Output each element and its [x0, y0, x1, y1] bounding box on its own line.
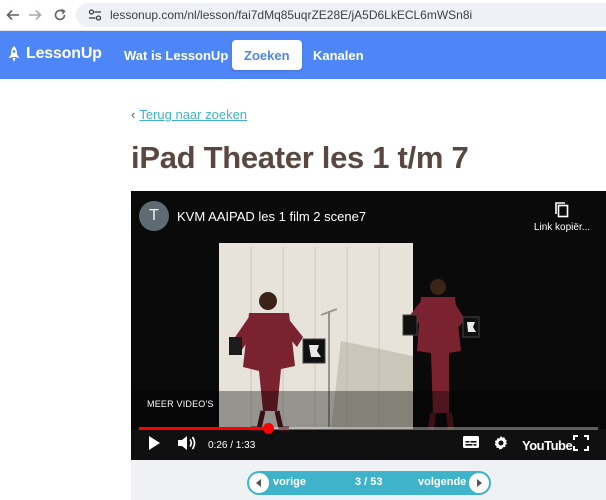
nav-link-wat-is-lessonup[interactable]: Wat is LessonUp [124, 48, 228, 63]
url-text: lessonup.com/nl/lesson/fai7dMq85uqrZE28E… [110, 8, 473, 22]
settings-gear-icon[interactable] [493, 435, 509, 451]
back-to-search-link[interactable]: ‹ Terug naar zoeken [131, 107, 247, 122]
more-videos-label[interactable]: MEER VIDEO'S [147, 399, 214, 409]
pagination-area: vorige 3 / 53 volgende [131, 460, 606, 500]
progress-fill [139, 427, 268, 430]
page-position: 3 / 53 [355, 476, 383, 488]
rocket-icon [8, 46, 20, 62]
next-button[interactable] [469, 473, 489, 493]
back-to-search-label: Terug naar zoeken [139, 107, 248, 122]
volume-icon[interactable] [177, 435, 197, 451]
video-player[interactable]: T KVM AAIPAD les 1 film 2 scene7 Link ko… [131, 191, 606, 460]
address-bar[interactable]: lessonup.com/nl/lesson/fai7dMq85uqrZE28E… [76, 3, 606, 27]
previous-button[interactable] [249, 473, 269, 493]
youtube-logo[interactable]: YouTube [522, 438, 573, 453]
video-title[interactable]: KVM AAIPAD les 1 film 2 scene7 [177, 209, 366, 224]
nav-link-zoeken[interactable]: Zoeken [232, 40, 302, 70]
browser-toolbar: lessonup.com/nl/lesson/fai7dMq85uqrZE28E… [0, 0, 606, 31]
fullscreen-icon[interactable] [573, 435, 589, 451]
page-title: iPad Theater les 1 t/m 7 [131, 140, 469, 175]
pagination-bar: vorige 3 / 53 volgende [247, 471, 491, 495]
time-display: 0:26 / 1:33 [208, 440, 256, 451]
video-controls: 0:26 / 1:33 YouTube [131, 433, 606, 459]
play-icon[interactable] [147, 435, 161, 451]
previous-label[interactable]: vorige [273, 476, 306, 488]
chevron-left-icon: ‹ [131, 107, 136, 122]
next-label[interactable]: volgende [418, 476, 466, 488]
logo-text: LessonUp [26, 45, 102, 62]
site-info-icon[interactable] [86, 6, 104, 24]
copy-icon [555, 202, 569, 218]
copy-link-label: Link kopiër... [533, 222, 591, 233]
nav-link-kanalen[interactable]: Kanalen [313, 48, 364, 63]
progress-bar[interactable] [139, 423, 598, 434]
reload-icon[interactable] [47, 2, 73, 28]
chevron-left-icon [256, 479, 261, 487]
channel-avatar[interactable]: T [139, 201, 169, 231]
forward-arrow-icon[interactable] [22, 2, 48, 28]
video-title-row: T KVM AAIPAD les 1 film 2 scene7 [139, 201, 366, 231]
lessonup-logo[interactable]: LessonUp [6, 45, 102, 63]
chevron-right-icon [477, 479, 482, 487]
copy-link-button[interactable]: Link kopiër... [522, 201, 602, 233]
site-header: LessonUp Wat is LessonUp Zoeken Kanalen [0, 31, 606, 79]
subtitles-icon[interactable] [462, 435, 480, 449]
